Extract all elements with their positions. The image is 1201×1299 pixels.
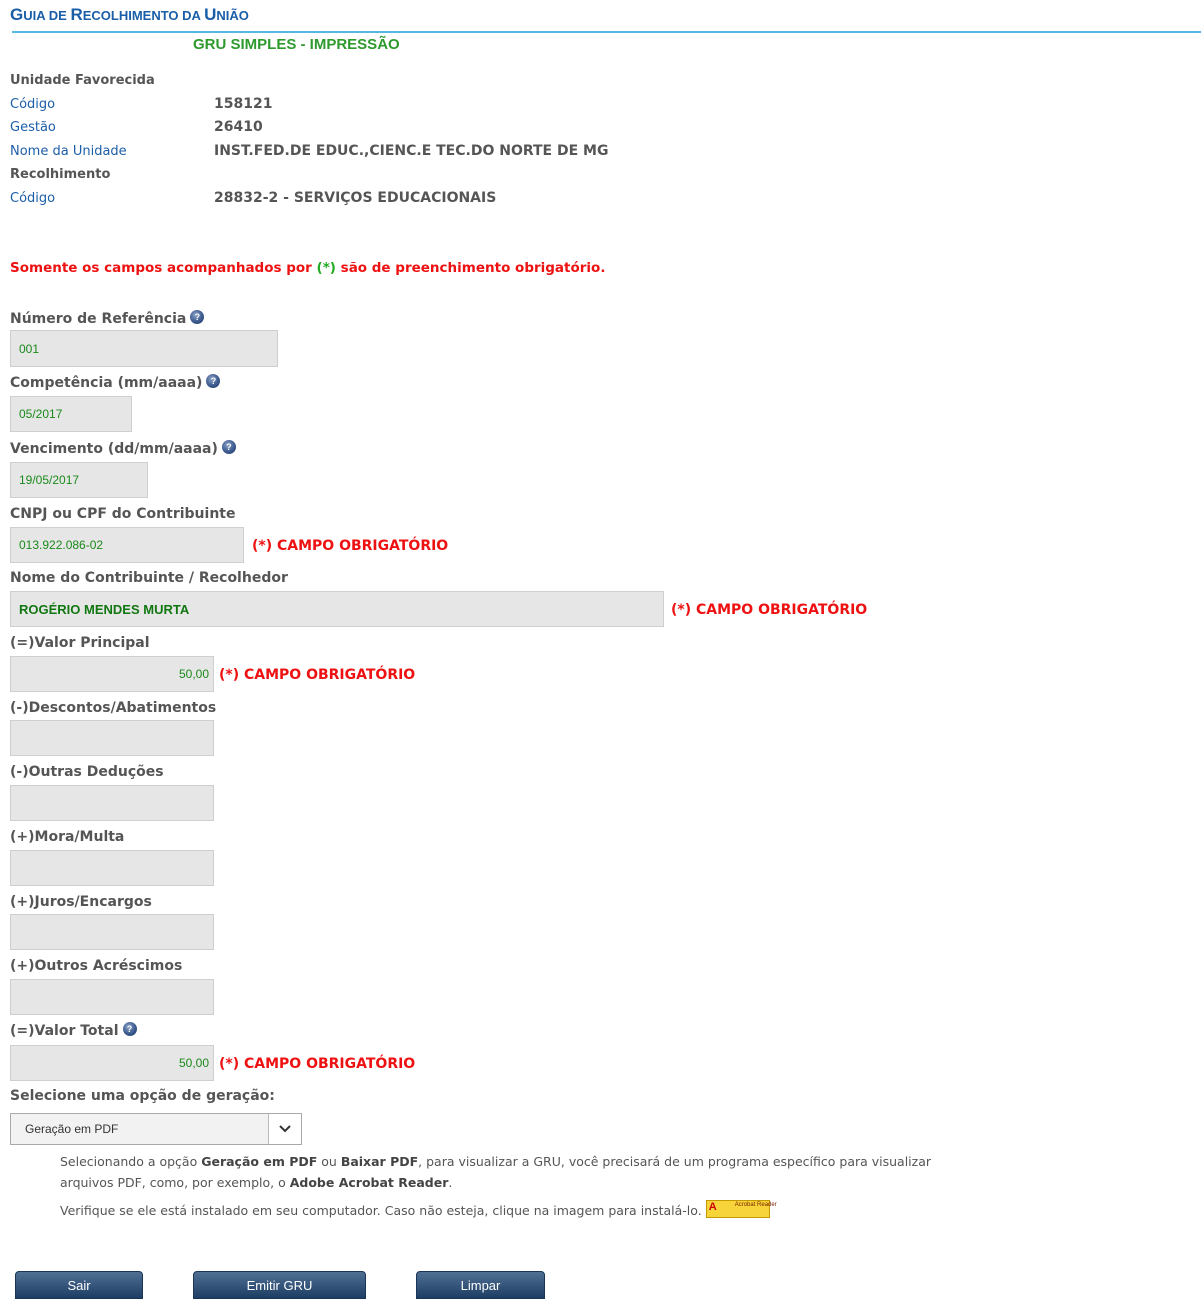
collection-code-value: 28832-2 - SERVIÇOS EDUCACIONAIS [214,190,497,206]
gestao-label: Gestão [10,120,56,135]
required-indicator: (*) CAMPO OBRIGATÓRIO [671,602,868,618]
unit-section-label: Unidade Favorecida [10,73,155,88]
contributor-name-input[interactable]: ROGÉRIO MENDES MURTA [10,591,664,627]
competencia-input[interactable]: 05/2017 [10,396,132,432]
pdf-note-line2: arquivos PDF, como, por exemplo, o Adobe… [60,1175,453,1190]
header-divider [12,31,1201,33]
chevron-down-icon[interactable] [268,1114,301,1144]
exit-button[interactable]: Sair [15,1271,143,1299]
page-subtitle: GRU SIMPLES - IMPRESSÃO [193,36,400,53]
pdf-note-line1: Selecionando a opção Geração em PDF ou B… [60,1154,932,1169]
help-icon[interactable]: ? [190,310,205,324]
other-additions-label: (+)Outros Acréscimos [10,958,183,974]
emit-gru-button[interactable]: Emitir GRU [193,1271,366,1299]
generation-option-value: Geração em PDF [25,1122,119,1136]
required-indicator: (*) CAMPO OBRIGATÓRIO [219,1056,416,1072]
unit-name-label: Nome da Unidade [10,144,127,159]
total-value-input[interactable]: 50,00 [10,1045,214,1081]
vencimento-input[interactable]: 19/05/2017 [10,462,148,498]
other-additions-input[interactable] [10,979,214,1015]
required-notice: Somente os campos acompanhados por (*) s… [10,260,606,276]
collection-code-label: Código [10,191,56,206]
gestao-value: 26410 [214,119,263,135]
fine-label: (+)Mora/Multa [10,829,125,845]
vencimento-label: Vencimento (dd/mm/aaaa)? [10,440,236,457]
reference-number-label: Número de Referência? [10,310,205,327]
help-icon[interactable]: ? [221,440,236,454]
clear-button[interactable]: Limpar [416,1271,545,1299]
page-title: GUIA DE RECOLHIMENTO DA UNIÃO [10,5,249,24]
fine-input[interactable] [10,850,214,886]
cpf-input[interactable]: 013.922.086-02 [10,527,244,563]
principal-value-input[interactable]: 50,00 [10,656,214,692]
interest-input[interactable] [10,914,214,950]
required-indicator: (*) CAMPO OBRIGATÓRIO [252,538,449,554]
required-indicator: (*) CAMPO OBRIGATÓRIO [219,667,416,683]
generation-option-label: Selecione uma opção de geração: [10,1088,275,1104]
pdf-note-line3: Verifique se ele está instalado em seu c… [60,1200,777,1218]
contributor-name-label: Nome do Contribuinte / Recolhedor [10,570,288,586]
generation-option-select[interactable]: Geração em PDF [10,1113,302,1145]
help-icon[interactable]: ? [122,1022,137,1036]
principal-value-label: (=)Valor Principal [10,635,150,651]
unit-name-value: INST.FED.DE EDUC.,CIENC.E TEC.DO NORTE D… [214,143,609,159]
discounts-input[interactable] [10,720,214,756]
acrobat-reader-badge[interactable]: A Acrobat Reader [705,1200,777,1218]
unit-code-label: Código [10,97,56,112]
reference-number-input[interactable]: 001 [10,330,278,367]
other-deductions-input[interactable] [10,785,214,821]
unit-code-value: 158121 [214,96,273,112]
discounts-label: (-)Descontos/Abatimentos [10,700,217,716]
interest-label: (+)Juros/Encargos [10,894,152,910]
collection-section-label: Recolhimento [10,167,111,182]
total-value-label: (=)Valor Total? [10,1022,137,1039]
other-deductions-label: (-)Outras Deduções [10,764,164,780]
cpf-label: CNPJ ou CPF do Contribuinte [10,506,236,522]
competencia-label: Competência (mm/aaaa)? [10,374,221,391]
help-icon[interactable]: ? [206,374,221,388]
